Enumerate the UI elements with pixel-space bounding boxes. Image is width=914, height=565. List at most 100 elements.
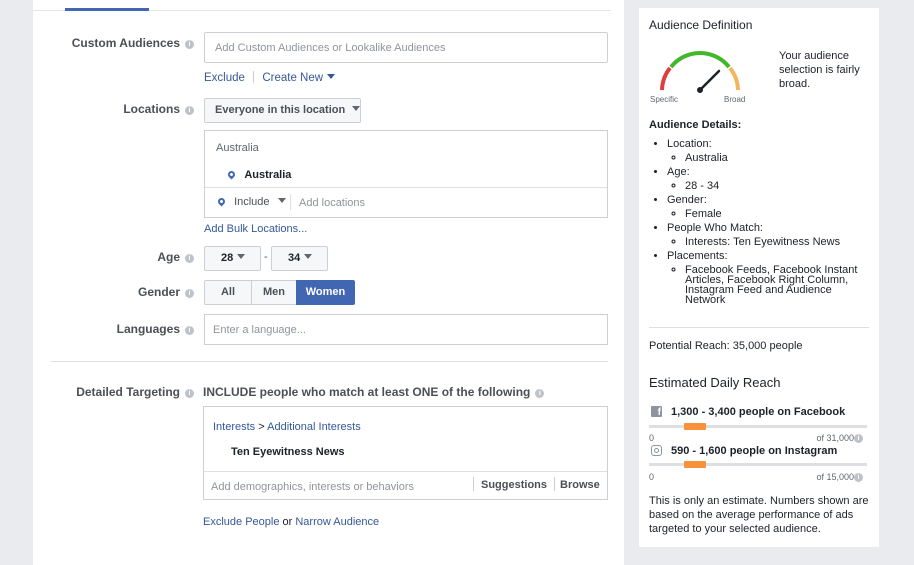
include-match-text-content: INCLUDE people who match at least ONE of… [203, 385, 531, 399]
info-icon[interactable]: i [185, 389, 194, 398]
info-icon[interactable]: i [185, 40, 194, 49]
divider [554, 477, 555, 491]
add-locations-input[interactable]: Add locations [299, 197, 365, 209]
detail-gender: Gender: Female [667, 193, 874, 221]
location-type-dropdown[interactable]: Everyone in this location [204, 98, 361, 123]
language-input[interactable]: Enter a language... [204, 314, 608, 345]
detail-value: Australia [685, 152, 728, 164]
add-bulk-locations-link[interactable]: Add Bulk Locations... [204, 223, 307, 235]
instagram-min: 0 [649, 472, 655, 482]
create-new-text: Create New [262, 72, 324, 84]
create-new-link[interactable]: Create New [262, 72, 336, 84]
detailed-targeting-label-text: Detailed Targeting [76, 385, 180, 399]
languages-label-text: Languages [116, 322, 180, 336]
facebook-icon: f [651, 406, 662, 417]
age-max-dropdown[interactable]: 34 [271, 246, 328, 271]
instagram-reach-bar [649, 461, 867, 468]
gender-label-text: Gender [137, 285, 180, 299]
languages-label: Languages i [117, 322, 194, 336]
info-icon[interactable]: i [854, 473, 863, 482]
gender-men-button[interactable]: Men [251, 280, 297, 305]
detail-value: Facebook Feeds, Facebook Instant Article… [685, 264, 858, 306]
chevron-down-icon [277, 198, 286, 203]
gender-women-text: Women [305, 286, 346, 298]
custom-audiences-label-text: Custom Audiences [71, 36, 180, 50]
exclude-people-link[interactable]: Exclude People [203, 516, 279, 528]
detail-value: 28 - 34 [685, 180, 720, 192]
locations-label-text: Locations [123, 102, 180, 116]
instagram-icon [651, 445, 662, 456]
instagram-max: of 15,000 [816, 472, 854, 482]
chevron-down-icon [237, 254, 246, 259]
selected-location-text: Australia [244, 169, 292, 181]
exclude-link[interactable]: Exclude [204, 72, 245, 84]
gender-all-button[interactable]: All [204, 280, 252, 305]
age-min-dropdown[interactable]: 28 [204, 246, 261, 271]
location-pin-icon [216, 196, 227, 207]
audience-details-title: Audience Details: [649, 119, 742, 131]
gauge-specific-label: Specific [650, 95, 679, 104]
info-icon[interactable]: i [185, 106, 194, 115]
facebook-reach-bar [649, 423, 867, 430]
locations-box: Australia Australia Include Add location… [204, 130, 608, 218]
divider [649, 327, 869, 328]
add-targeting-input[interactable]: Add demographics, interests or behaviors [211, 481, 414, 493]
chevron-down-icon [327, 74, 336, 79]
gender-women-button[interactable]: Women [296, 280, 355, 305]
divider [205, 187, 607, 188]
detailed-targeting-box: Interests > Additional Interests Ten Eye… [203, 406, 608, 500]
active-tab-indicator [65, 8, 149, 11]
include-text: Include [234, 196, 270, 208]
suggestions-button[interactable]: Suggestions [481, 479, 547, 491]
gauge-broad-label: Broad [724, 95, 746, 104]
custom-audience-actions: Exclude Create New [204, 71, 336, 84]
targeting-footer-links: Exclude People or Narrow Audience [203, 516, 379, 528]
potential-reach: Potential Reach: 35,000 people [649, 340, 803, 352]
gender-men-text: Men [263, 286, 285, 298]
gender-all-text: All [220, 286, 236, 298]
detail-value: Interests: Ten Eyewitness News [685, 236, 841, 248]
chevron-down-icon [304, 254, 313, 259]
info-icon[interactable]: i [854, 434, 863, 443]
estimated-daily-reach-title: Estimated Daily Reach [649, 375, 781, 390]
section-divider [51, 361, 608, 362]
breadcrumb-interests[interactable]: Interests [213, 421, 255, 433]
info-icon[interactable]: i [535, 389, 545, 398]
detailed-targeting-label: Detailed Targeting i [76, 385, 194, 399]
info-icon[interactable]: i [185, 289, 194, 298]
estimate-note: This is only an estimate. Numbers shown … [649, 495, 869, 535]
custom-audiences-input[interactable]: Add Custom Audiences or Lookalike Audien… [204, 32, 608, 63]
detail-value: Female [685, 208, 722, 220]
include-dropdown[interactable]: Include [216, 196, 286, 208]
breadcrumb-additional-interests[interactable]: Additional Interests [267, 421, 361, 433]
age-max-value: 34 [288, 252, 301, 264]
detail-label: Placements: [667, 250, 728, 262]
detail-label: Location: [667, 138, 712, 150]
location-type-text: Everyone in this location [215, 104, 346, 116]
selected-location[interactable]: Australia [226, 167, 292, 181]
age-min-value: 28 [221, 252, 234, 264]
divider [204, 471, 607, 472]
age-label-text: Age [157, 250, 180, 264]
custom-audiences-placeholder: Add Custom Audiences or Lookalike Audien… [215, 42, 446, 54]
location-pin-icon [226, 169, 237, 180]
include-match-text: INCLUDE people who match at least ONE of… [203, 385, 545, 399]
info-icon[interactable]: i [185, 254, 194, 263]
selected-interest[interactable]: Ten Eyewitness News [231, 446, 345, 458]
detail-label: Age: [667, 166, 690, 178]
locations-label: Locations i [123, 102, 194, 116]
info-icon[interactable]: i [185, 326, 194, 335]
divider [473, 477, 474, 491]
or-text: or [282, 516, 293, 528]
audience-gauge-icon [660, 50, 740, 93]
browse-button[interactable]: Browse [560, 479, 600, 491]
age-label: Age i [157, 250, 194, 264]
audience-definition-title: Audience Definition [649, 18, 753, 32]
audience-details-list: Location: Australia Age: 28 - 34 Gender: Fe… [649, 137, 874, 306]
instagram-reach-text: 590 - 1,600 people on Instagram [671, 445, 838, 457]
detail-placements: Placements: Facebook Feeds, Facebook Inst… [667, 249, 874, 306]
narrow-audience-link[interactable]: Narrow Audience [295, 516, 379, 528]
detail-people-who-match: People Who Match: Interests: Ten Eyewitne… [667, 221, 874, 249]
language-placeholder: Enter a language... [213, 324, 306, 336]
facebook-reach-fill [684, 423, 706, 430]
